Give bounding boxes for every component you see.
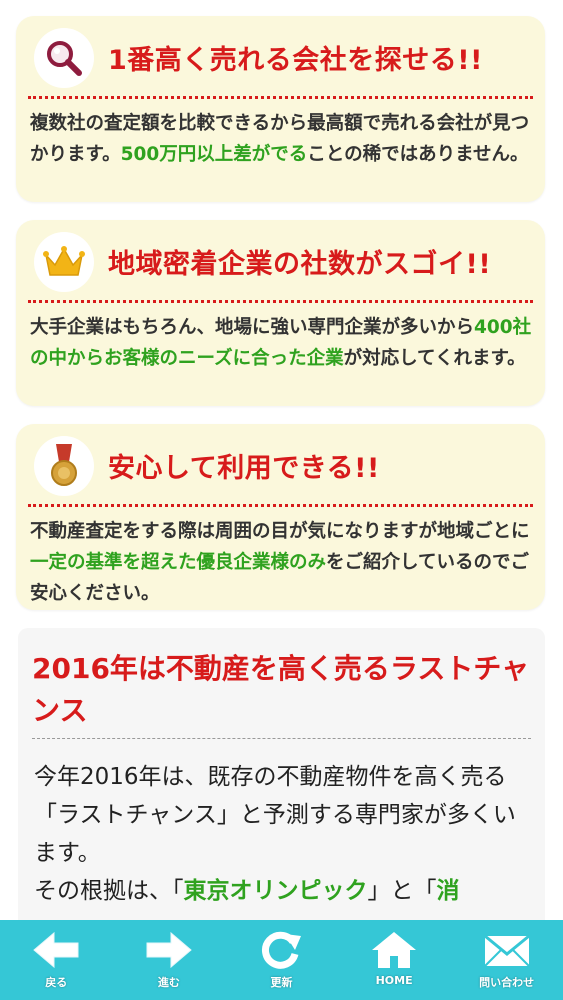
forward-arrow-icon [146,931,192,969]
feature-card-safety: 安心して利用できる!! 不動産査定をする際は周囲の目が気になりますが地域ごとに一… [16,424,545,610]
dotted-divider [28,96,533,99]
nav-back-button[interactable]: 戻る [0,920,113,1000]
nav-label: HOME [375,974,413,987]
nav-contact-button[interactable]: 問い合わせ [450,920,563,1000]
medal-icon [51,444,77,486]
feature-title: 1番高く売れる会社を探せる!! [108,45,483,76]
nav-label: 進む [157,976,180,989]
nav-home-button[interactable]: HOME [338,920,451,1000]
feature-description: 不動産査定をする際は周囲の目が気になりますが地域ごとに一定の基準を超えた優良企業… [30,521,530,604]
feature-title: 安心して利用できる!! [108,453,380,484]
feature-card-local: 地域密着企業の社数がスゴイ!! 大手企業はもちろん、地場に強い専門企業が多いから… [16,220,545,406]
article-body: 今年2016年は、既存の不動産物件を高く売る「ラストチャンス」と予測する専門家が… [34,758,534,910]
feature-card-compare: 1番高く売れる会社を探せる!! 複数社の査定額を比較できるから最高額で売れる会社… [16,16,545,202]
feature-highlight: 一定の基準を超えた優良企業様のみ [30,552,327,573]
magnifier-icon [47,41,82,76]
badge [34,232,94,292]
dotted-divider [28,504,533,507]
article-highlight: 消 [436,878,460,904]
feature-description: 複数社の査定額を比較できるから最高額で売れる会社が見つかります。500万円以上差… [30,113,530,165]
dashed-divider [32,738,531,739]
bottom-nav: 戻る 進む 更新 HOME 問い合わせ [0,920,563,1000]
article-paragraph: 今年2016年は、既存の不動産物件を高く売る「ラストチャンス」と予測する専門家が… [34,764,516,866]
feature-description: 大手企業はもちろん、地場に強い専門企業が多いから400社の中からお客様のニーズに… [30,317,532,369]
refresh-icon [262,931,302,969]
nav-label: 更新 [270,976,293,989]
nav-refresh-button[interactable]: 更新 [225,920,338,1000]
crown-icon [43,246,85,276]
badge [34,436,94,496]
article-highlight: 東京オリンピック [183,878,368,904]
home-icon [372,932,417,968]
feature-highlight: 500万円以上差がでる [120,144,308,165]
mail-icon [483,934,530,967]
nav-label: 戻る [45,976,68,989]
article-paragraph: その根拠は、「東京オリンピック」と「消 [34,878,460,904]
feature-title: 地域密着企業の社数がスゴイ!! [108,249,492,280]
article-headline: 2016年は不動産を高く売るラストチャンス [32,652,530,727]
nav-forward-button[interactable]: 進む [113,920,226,1000]
back-arrow-icon [33,931,79,969]
article-section: 2016年は不動産を高く売るラストチャンス 今年2016年は、既存の不動産物件を… [18,628,545,928]
dotted-divider [28,300,533,303]
badge [34,28,94,88]
nav-label: 問い合わせ [479,976,535,989]
